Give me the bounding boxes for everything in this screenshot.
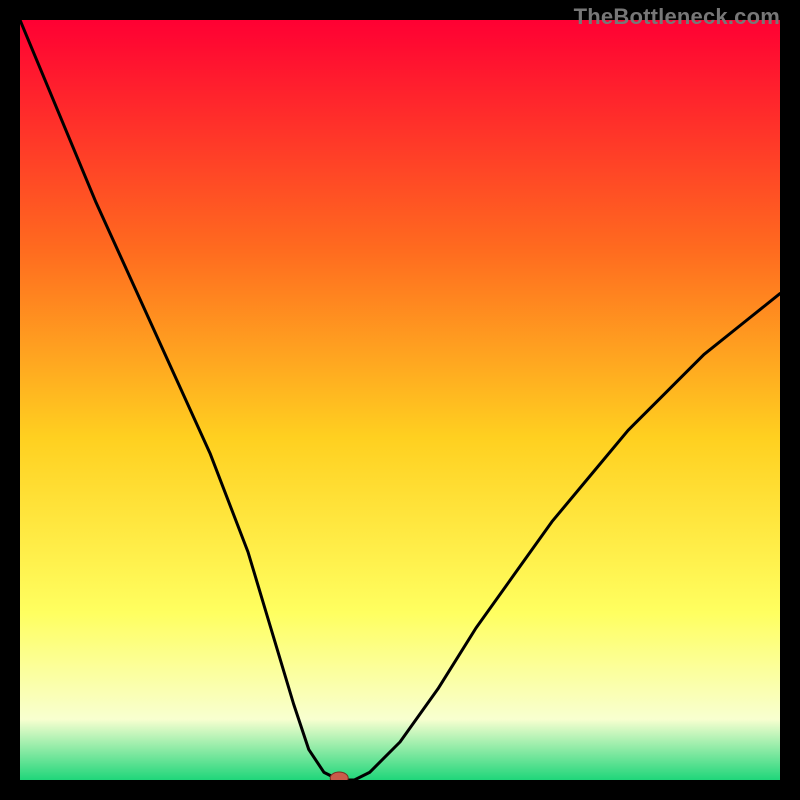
bottleneck-curve-chart xyxy=(20,20,780,780)
minimum-marker-dot xyxy=(330,772,348,780)
plot-area xyxy=(20,20,780,780)
chart-frame: TheBottleneck.com xyxy=(0,0,800,800)
gradient-background xyxy=(20,20,780,780)
watermark-text: TheBottleneck.com xyxy=(574,4,780,30)
